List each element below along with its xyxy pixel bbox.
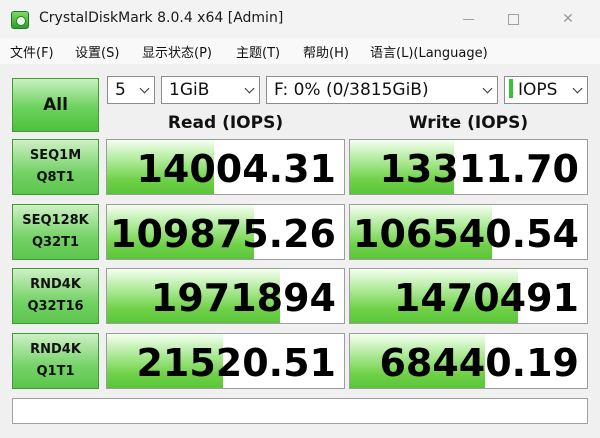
menu-theme[interactable]: 主题(T) [236, 42, 280, 61]
read-result-cell: 14004.31 [106, 139, 345, 195]
drive-value: F: 0% (0/3815GiB) [274, 80, 429, 100]
maximize-icon [507, 13, 519, 25]
read-result-value: 109875.26 [110, 212, 336, 256]
close-button[interactable]: ✕ [546, 0, 590, 38]
test-size-select[interactable]: 1GiB [161, 76, 260, 104]
title-bar: CrystalDiskMark 8.0.4 x64 [Admin] ✕ [0, 0, 600, 38]
chevron-down-icon [573, 85, 582, 94]
test-count-select[interactable]: 5 [107, 76, 155, 104]
menu-bar: 文件(F) 设置(S) 显示状态(P) 主题(T) 帮助(H) 语言(L)(La… [0, 38, 600, 64]
test-button-rnd4k-q32t16[interactable]: RND4K Q32T16 [12, 268, 99, 324]
read-result-value: 21520.51 [136, 341, 336, 385]
test-count-value: 5 [115, 80, 126, 100]
maximize-button[interactable] [491, 0, 535, 38]
close-icon: ✕ [562, 11, 574, 27]
write-result-cell: 106540.54 [349, 204, 588, 260]
write-result-cell: 1470491 [349, 268, 588, 324]
write-result-value: 1470491 [393, 276, 579, 320]
window-title: CrystalDiskMark 8.0.4 x64 [Admin] [39, 10, 284, 26]
test-size-value: 1GiB [169, 80, 210, 100]
read-result-value: 1971894 [150, 276, 336, 320]
write-result-cell: 13311.70 [349, 139, 588, 195]
all-button[interactable]: All [12, 78, 99, 132]
minimize-button[interactable] [446, 0, 490, 38]
read-result-cell: 1971894 [106, 268, 345, 324]
test-name: SEQ1M [29, 148, 82, 163]
write-result-value: 13311.70 [379, 147, 579, 191]
unit-select[interactable]: IOPS [504, 76, 588, 104]
write-result-value: 106540.54 [353, 212, 579, 256]
test-params: Q8T1 [36, 170, 75, 185]
drive-select[interactable]: F: 0% (0/3815GiB) [266, 76, 498, 104]
chevron-down-icon [245, 85, 254, 94]
read-column-header: Read (IOPS) [167, 113, 284, 133]
comment-field[interactable] [12, 398, 588, 424]
test-params: Q1T1 [36, 364, 75, 379]
test-params: Q32T1 [31, 235, 80, 250]
test-name: RND4K [30, 277, 81, 292]
test-button-seq1m-q8t1[interactable]: SEQ1M Q8T1 [12, 139, 99, 195]
chevron-down-icon [483, 85, 492, 94]
menu-settings[interactable]: 设置(S) [75, 42, 119, 61]
test-name: RND4K [30, 342, 81, 357]
read-result-cell: 109875.26 [106, 204, 345, 260]
chevron-down-icon [140, 85, 149, 94]
write-column-header: Write (IOPS) [408, 113, 529, 133]
crystaldiskmark-icon [11, 11, 29, 29]
minimize-icon [462, 18, 474, 20]
unit-value: IOPS [518, 80, 558, 100]
menu-help[interactable]: 帮助(H) [303, 42, 349, 61]
test-name: SEQ128K [22, 213, 89, 228]
test-button-seq128k-q32t1[interactable]: SEQ128K Q32T1 [12, 204, 99, 260]
write-result-value: 68440.19 [379, 341, 579, 385]
test-button-rnd4k-q1t1[interactable]: RND4K Q1T1 [12, 333, 99, 389]
read-result-cell: 21520.51 [106, 333, 345, 389]
menu-language[interactable]: 语言(L)(Language) [370, 42, 488, 61]
write-result-cell: 68440.19 [349, 333, 588, 389]
menu-file[interactable]: 文件(F) [10, 42, 54, 61]
test-params: Q32T16 [27, 299, 84, 314]
unit-indicator-icon [509, 79, 513, 98]
menu-display-status[interactable]: 显示状态(P) [142, 42, 212, 61]
read-result-value: 14004.31 [136, 147, 336, 191]
